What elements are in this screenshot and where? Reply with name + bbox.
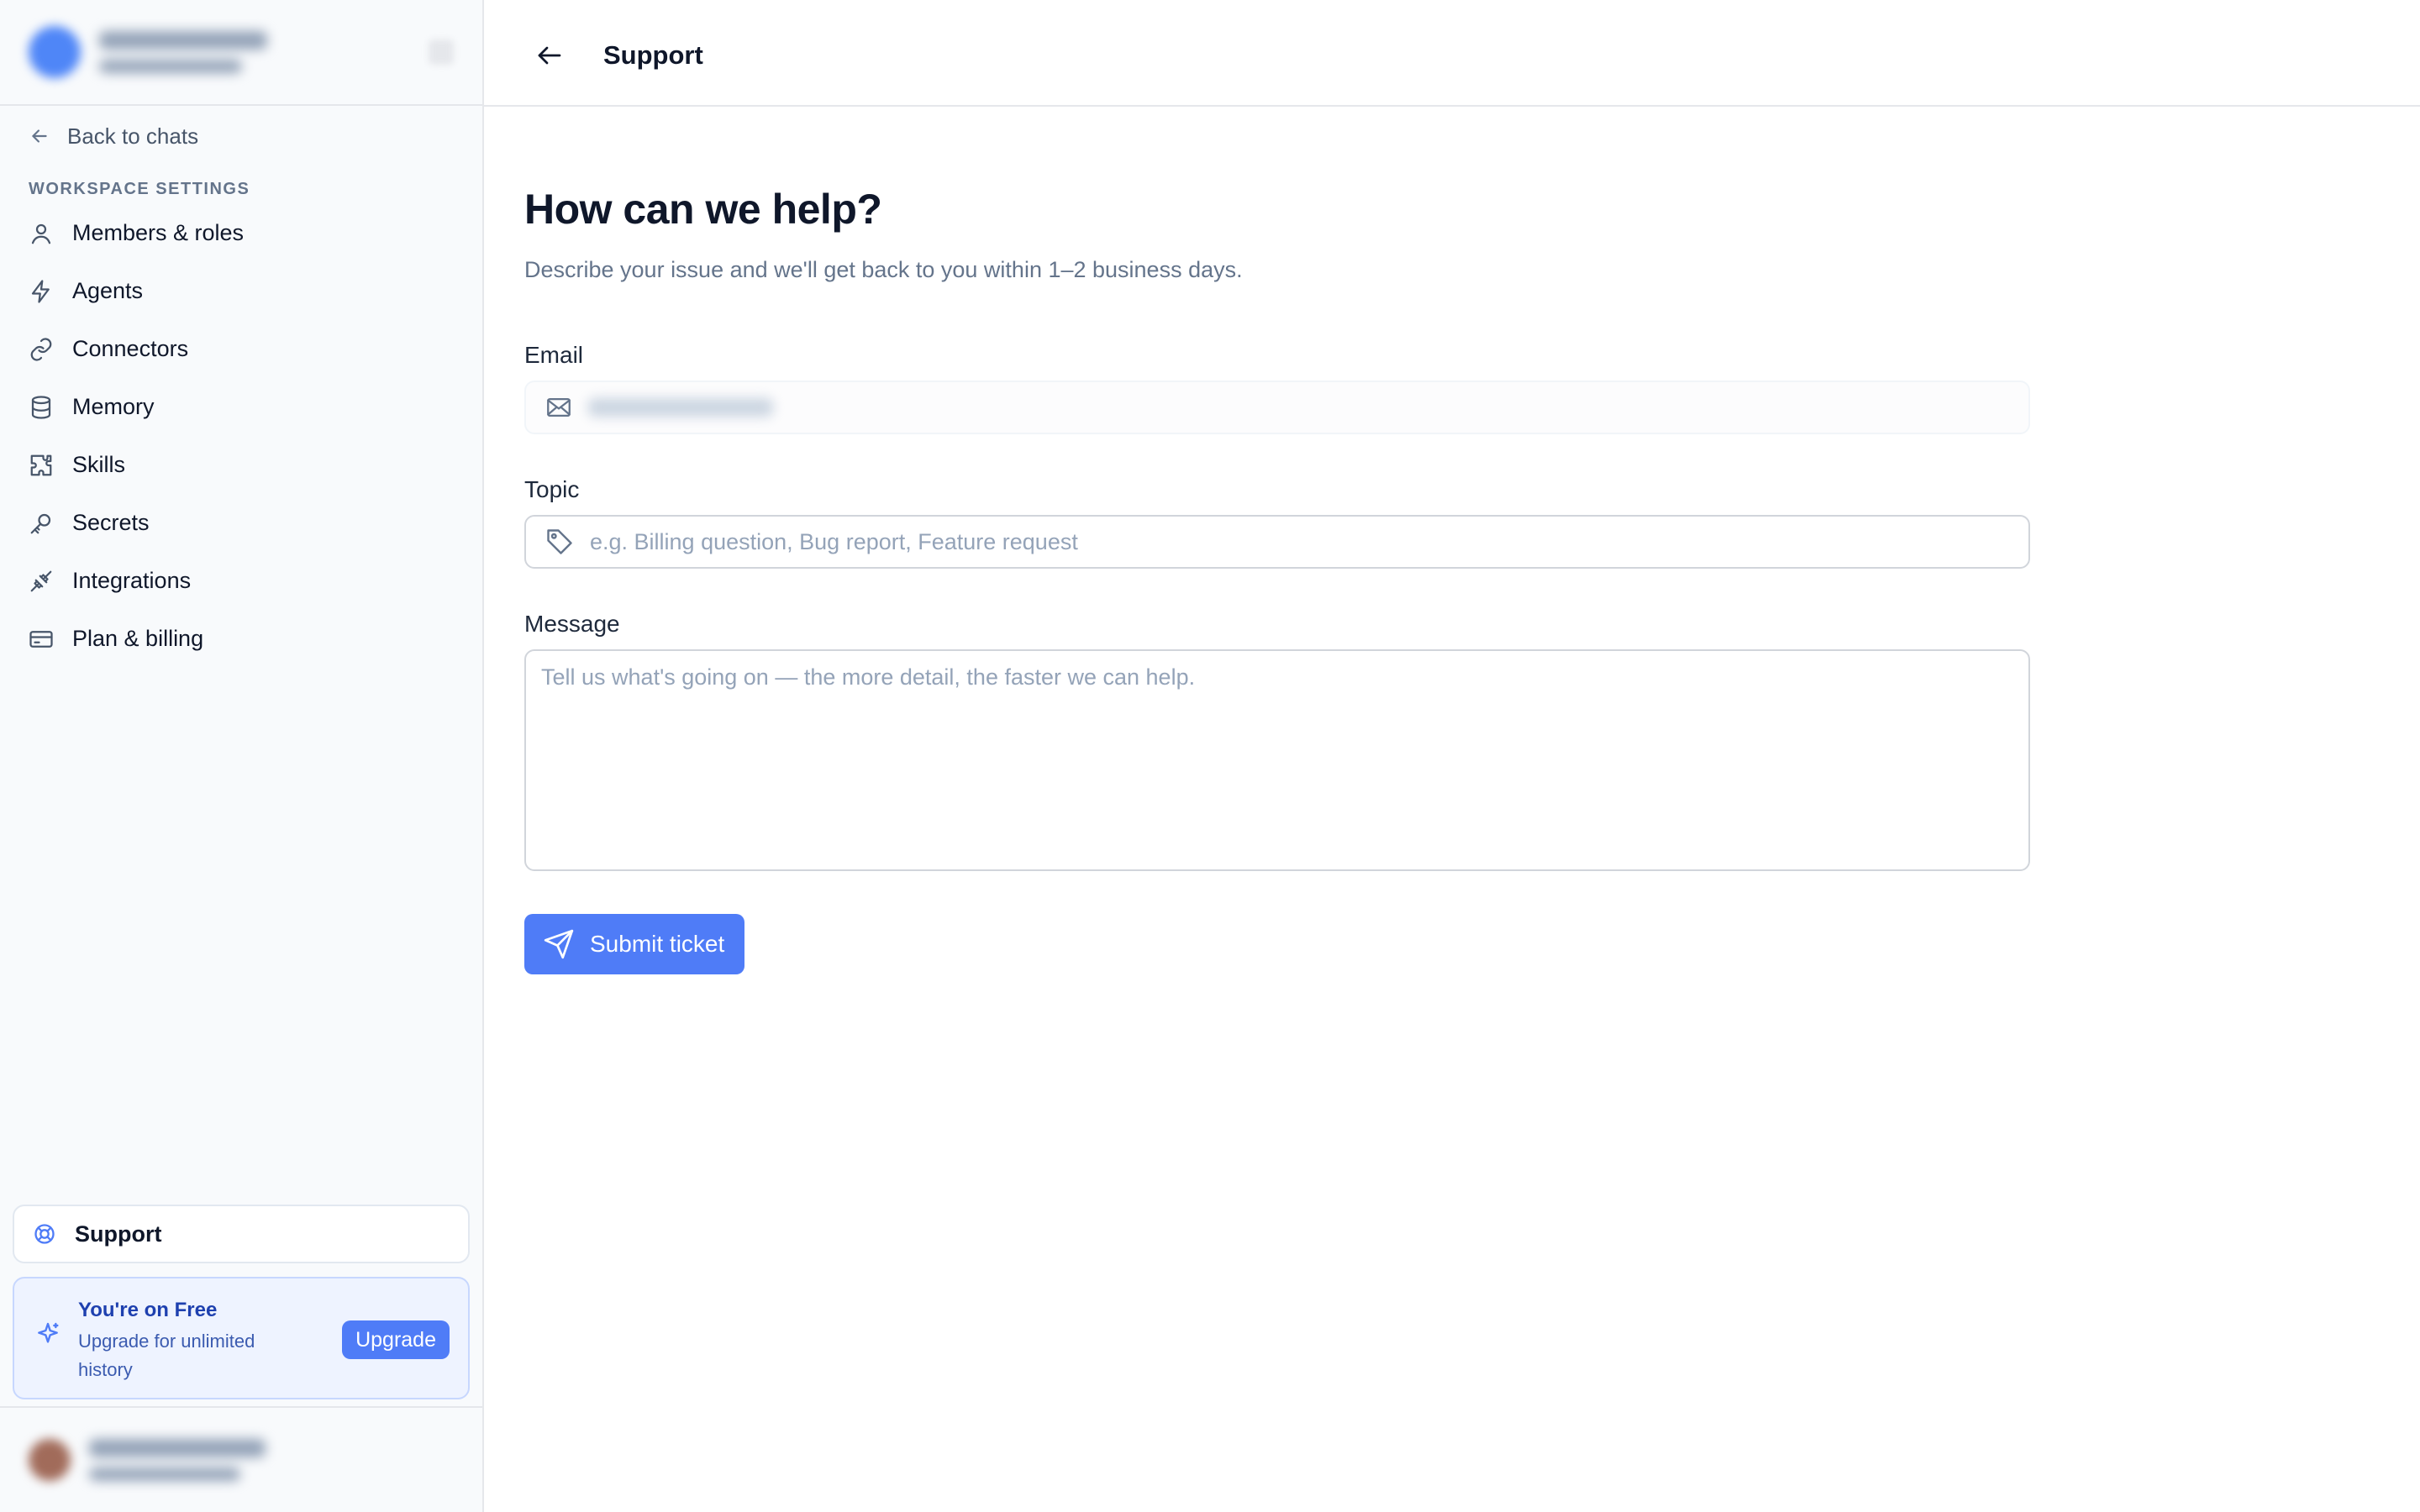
topic-label: Topic [524, 476, 580, 502]
workspace-menu-icon[interactable] [429, 39, 454, 65]
credit-card-icon [29, 630, 53, 648]
sidebar-item-connectors[interactable]: Connectors [0, 320, 482, 378]
message-label: Message [524, 611, 620, 637]
key-icon [30, 513, 51, 533]
workspace-switcher[interactable] [0, 0, 482, 106]
sparkle-icon [38, 1322, 59, 1343]
tag-icon [547, 529, 572, 554]
email-value-blurred [588, 398, 773, 417]
top-bar: Support [484, 0, 2420, 107]
user-icon [31, 223, 51, 244]
mail-icon [547, 397, 571, 417]
sidebar-item-secrets[interactable]: Secrets [0, 494, 482, 552]
sidebar-item-integrations[interactable]: Integrations [0, 552, 482, 610]
back-button[interactable] [526, 32, 573, 79]
upgrade-button[interactable]: Upgrade [342, 1320, 450, 1359]
topic-field[interactable] [524, 515, 2030, 569]
user-name-blurred [89, 1439, 266, 1481]
section-label: WORKSPACE SETTINGS [29, 180, 250, 198]
sidebar: Back to chats WORKSPACE SETTINGS Members… [0, 0, 484, 1512]
message-textarea[interactable] [524, 649, 2030, 871]
back-to-chats-label: Back to chats [67, 123, 199, 149]
submit-ticket-label: Submit ticket [590, 931, 725, 957]
workspace-name-blurred [99, 31, 267, 73]
page-title: Support [603, 40, 703, 70]
lifebuoy-icon [34, 1224, 55, 1244]
form-subheading: Describe your issue and we'll get back t… [524, 257, 1243, 282]
sidebar-item-label: Members & roles [72, 220, 245, 245]
upgrade-text: You're on Free Upgrade for unlimited his… [78, 1299, 305, 1384]
sidebar-item-label: Secrets [72, 510, 150, 535]
database-icon [31, 395, 51, 419]
back-to-chats-link[interactable]: Back to chats [0, 108, 482, 165]
email-field[interactable] [524, 381, 2030, 434]
topic-input[interactable] [590, 528, 2010, 555]
upgrade-title: You're on Free [78, 1299, 218, 1321]
avatar [29, 1439, 71, 1481]
sidebar-item-label: Integrations [72, 568, 192, 593]
workspace-avatar [29, 26, 81, 78]
main-content: Support How can we help? Describe your i… [484, 0, 2420, 1512]
app-root: Back to chats WORKSPACE SETTINGS Members… [0, 0, 2420, 1512]
sidebar-item-skills[interactable]: Skills [0, 436, 482, 494]
sidebar-item-label: Connectors [72, 336, 189, 361]
sidebar-item-label: Support [75, 1221, 162, 1247]
send-icon [544, 929, 574, 959]
link-icon [30, 337, 52, 361]
user-profile-menu[interactable] [0, 1406, 484, 1512]
form-heading: How can we help? [524, 186, 882, 233]
submit-ticket-button[interactable]: Submit ticket [524, 914, 745, 974]
puzzle-icon [30, 454, 52, 475]
sidebar-item-label: Agents [72, 278, 144, 303]
sidebar-item-plan-billing[interactable]: Plan & billing [0, 610, 482, 668]
sidebar-item-agents[interactable]: Agents [0, 262, 482, 320]
lightning-icon [31, 279, 50, 303]
sidebar-item-memory[interactable]: Memory [0, 378, 482, 436]
upgrade-card: You're on Free Upgrade for unlimited his… [13, 1277, 470, 1399]
sidebar-item-label: Skills [72, 452, 126, 477]
sidebar-item-members[interactable]: Members & roles [0, 204, 482, 262]
upgrade-subtitle: Upgrade for unlimited history [78, 1331, 255, 1380]
arrow-left-icon [32, 129, 47, 143]
plug-icon [30, 570, 52, 591]
support-form: How can we help? Describe your issue and… [524, 185, 2030, 974]
sidebar-item-label: Memory [72, 394, 155, 419]
email-label: Email [524, 342, 584, 368]
sidebar-item-label: Plan & billing [72, 626, 204, 651]
sidebar-item-support[interactable]: Support [13, 1205, 470, 1263]
arrow-left-icon [538, 46, 561, 65]
